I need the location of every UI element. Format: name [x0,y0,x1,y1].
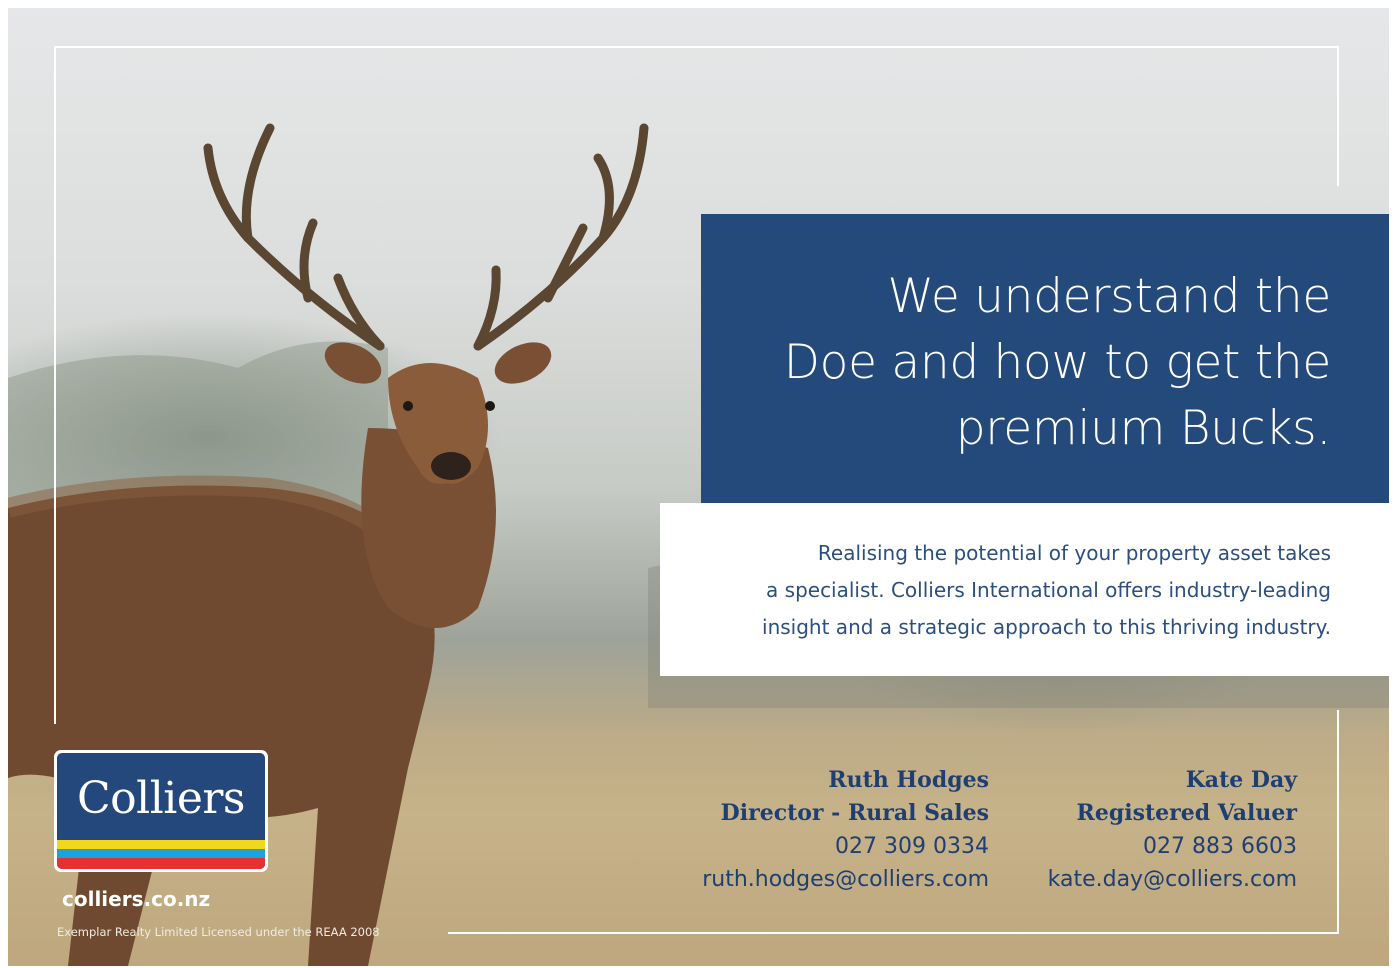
headline-panel: We understand the Doe and how to get the… [701,214,1389,503]
contact-phone[interactable]: 027 309 0334 [702,830,989,863]
headline-line-3: premium Bucks. [955,401,1332,456]
contact-phone[interactable]: 027 883 6603 [1048,830,1297,863]
frame-left-line [54,46,56,724]
license-text: Exemplar Realty Limited Licensed under t… [57,925,380,939]
contact-email[interactable]: kate.day@colliers.com [1048,863,1297,896]
contact-role: Director - Rural Sales [720,800,989,826]
logo-wordmark: Colliers [76,773,246,824]
contact-email[interactable]: ruth.hodges@colliers.com [702,863,989,896]
headline-line-2: Doe and how to get the [783,335,1332,390]
contact-name: Ruth Hodges [828,767,989,793]
description-line-2: a specialist. Colliers International off… [766,578,1331,602]
logo-stripe-blue [57,849,265,858]
logo-stripe-yellow [57,840,265,849]
description-line-1: Realising the potential of your property… [817,541,1331,565]
frame-top-line [54,46,1339,48]
frame-right-upper-line [1337,46,1339,186]
headline: We understand the Doe and how to get the… [741,264,1332,462]
logo-stripe-red [57,858,265,869]
website-link[interactable]: colliers.co.nz [62,887,210,911]
frame-right-lower-line [1337,710,1339,934]
contact-card-ruth: Ruth Hodges Director - Rural Sales 027 3… [702,764,989,896]
colliers-logo: Colliers [54,750,268,872]
description: Realising the potential of your property… [700,535,1331,646]
headline-line-1: We understand the [887,269,1331,324]
contact-name: Kate Day [1185,767,1297,793]
description-panel: Realising the potential of your property… [660,503,1389,676]
contact-role: Registered Valuer [1076,800,1297,826]
logo-badge: Colliers [57,753,265,869]
frame-bottom-line [448,932,1339,934]
description-line-3: insight and a strategic approach to this… [762,615,1331,639]
contact-card-kate: Kate Day Registered Valuer 027 883 6603 … [1048,764,1297,896]
